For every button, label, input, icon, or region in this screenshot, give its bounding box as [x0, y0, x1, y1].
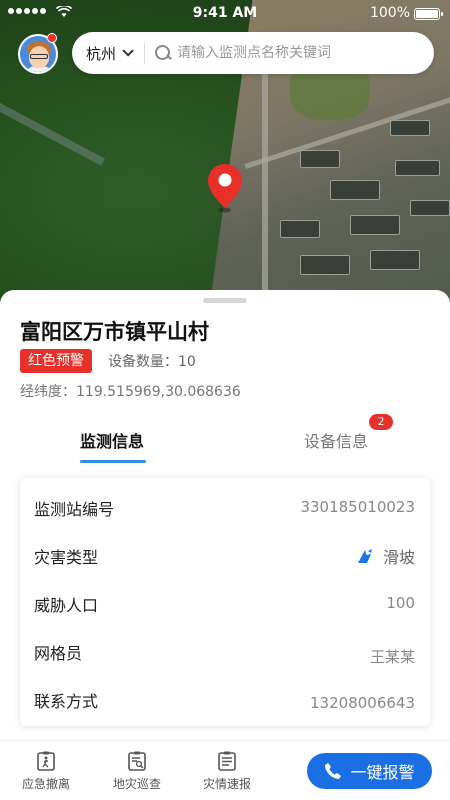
- map-building: [330, 180, 380, 200]
- map-building: [280, 220, 320, 238]
- info-row-station-id: 监测站编号 330185010023: [20, 484, 430, 530]
- city-selector[interactable]: 杭州: [72, 32, 134, 74]
- device-tab-badge: 2: [369, 414, 393, 430]
- map-building: [390, 120, 430, 136]
- map-river: [0, 102, 105, 166]
- coordinates: 经纬度：119.515969,30.068636: [20, 384, 241, 400]
- place-title: 富阳区万市镇平山村: [20, 320, 209, 344]
- info-label: 灾害类型: [34, 548, 99, 567]
- map-building: [300, 150, 340, 168]
- nav-label: 地灾巡查: [112, 777, 161, 791]
- info-label: 网格员: [34, 644, 83, 663]
- detail-sheet: 富阳区万市镇平山村 红色预警 设备数量：10 经纬度：119.515969,30…: [0, 290, 450, 740]
- chevron-down-icon: [122, 45, 134, 57]
- sheet-drag-handle[interactable]: [203, 298, 247, 303]
- hazard-type-text: 滑坡: [382, 548, 415, 567]
- one-click-alarm-button[interactable]: 一键报警: [307, 753, 432, 789]
- info-row-contact: 联系方式 13208006643: [20, 676, 430, 722]
- info-label: 威胁人口: [34, 596, 99, 615]
- info-tabs: 监测信息 设备信息 2: [0, 414, 450, 466]
- alarm-label: 一键报警: [350, 763, 415, 782]
- device-count: 设备数量：10: [108, 354, 196, 370]
- tab-monitor-info[interactable]: 监测信息: [80, 428, 144, 452]
- map-building: [350, 215, 400, 235]
- info-row-grid-manager: 网格员 王某某: [20, 628, 430, 674]
- city-label: 杭州: [86, 44, 117, 63]
- patrol-icon: [128, 751, 146, 771]
- info-value: 王某某: [369, 648, 415, 666]
- phone-icon: [325, 763, 342, 779]
- warning-badge: 红色预警: [20, 349, 92, 373]
- bottom-nav: 应急撤离 地灾巡查 灾情速报 一键报警: [0, 740, 450, 800]
- info-value: 滑坡: [357, 544, 415, 568]
- contact-phone[interactable]: 13208006643: [310, 694, 415, 712]
- status-bar: 9:41 AM 100%: [0, 0, 450, 28]
- map-building: [395, 160, 440, 176]
- nav-label: 应急撤离: [21, 777, 70, 791]
- battery-percent: 100%: [369, 5, 410, 21]
- nav-disaster-report[interactable]: 灾情速报: [192, 751, 262, 792]
- nav-disaster-patrol[interactable]: 地灾巡查: [102, 751, 172, 792]
- search-bar: 杭州: [72, 32, 434, 74]
- info-label: 联系方式: [34, 692, 99, 711]
- monitor-info-card: 监测站编号 330185010023 灾害类型 滑坡 威胁人口 100 网格员 …: [20, 478, 430, 726]
- search-divider: [144, 42, 146, 64]
- notification-dot: [47, 33, 57, 43]
- active-tab-indicator: [80, 460, 146, 463]
- info-row-threat-population: 威胁人口 100: [20, 580, 430, 626]
- nav-label: 灾情速报: [202, 777, 251, 791]
- nav-emergency-evacuation[interactable]: 应急撤离: [11, 751, 81, 792]
- location-pin-icon[interactable]: [205, 162, 245, 214]
- info-value: 100: [386, 594, 415, 612]
- battery-icon: [414, 8, 443, 20]
- search-icon: [155, 45, 171, 61]
- landslide-icon: [357, 549, 372, 563]
- map-building: [300, 255, 350, 275]
- report-icon: [218, 751, 236, 771]
- map-road: [262, 60, 268, 320]
- map-building: [410, 200, 450, 216]
- info-row-hazard-type: 灾害类型 滑坡: [20, 532, 430, 578]
- search-input[interactable]: [177, 45, 418, 61]
- map-building: [370, 250, 420, 270]
- info-value: 330185010023: [300, 498, 415, 516]
- info-label: 监测站编号: [34, 500, 115, 519]
- evacuation-icon: [37, 751, 55, 771]
- tab-device-info[interactable]: 设备信息: [304, 428, 368, 452]
